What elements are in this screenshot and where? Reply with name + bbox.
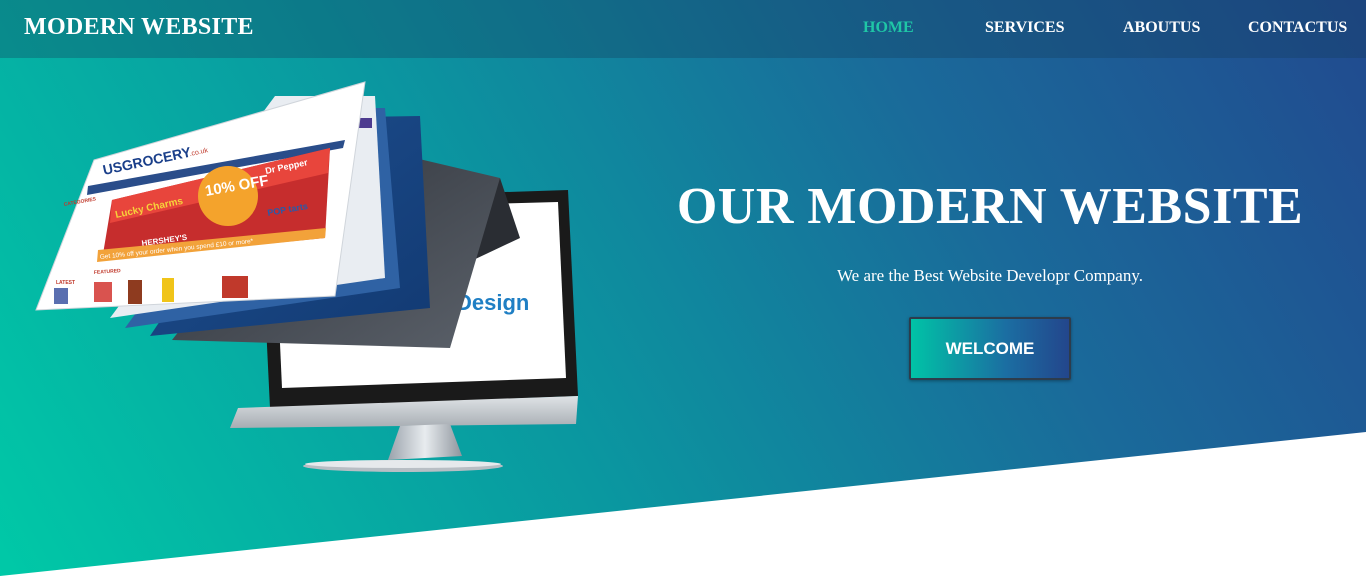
hero-title: OUR MODERN WEBSITE	[676, 178, 1304, 235]
nav-link-contactus[interactable]: CONTACTUS	[1248, 19, 1347, 37]
welcome-button[interactable]: WELCOME	[909, 317, 1071, 380]
nav-link-services[interactable]: SERVICES	[985, 19, 1064, 37]
hero-illustration: Design es USGROCERY .co.uk 10% OFF Lucky…	[35, 81, 578, 472]
svg-text:LATEST: LATEST	[56, 280, 75, 286]
nav-link-aboutus[interactable]: ABOUTUS	[1123, 19, 1200, 37]
nav-link-home[interactable]: HOME	[863, 19, 914, 37]
screen-design-text: Design	[456, 290, 529, 315]
site-brand[interactable]: MODERN WEBSITE	[24, 14, 254, 41]
hero-subtitle: We are the Best Website Developr Company…	[836, 266, 1143, 285]
navbar: MODERN WEBSITE HOME SERVICES ABOUTUS CON…	[0, 0, 1366, 58]
grocery-page-mockup: USGROCERY .co.uk 10% OFF Lucky Charms Dr…	[35, 81, 366, 311]
